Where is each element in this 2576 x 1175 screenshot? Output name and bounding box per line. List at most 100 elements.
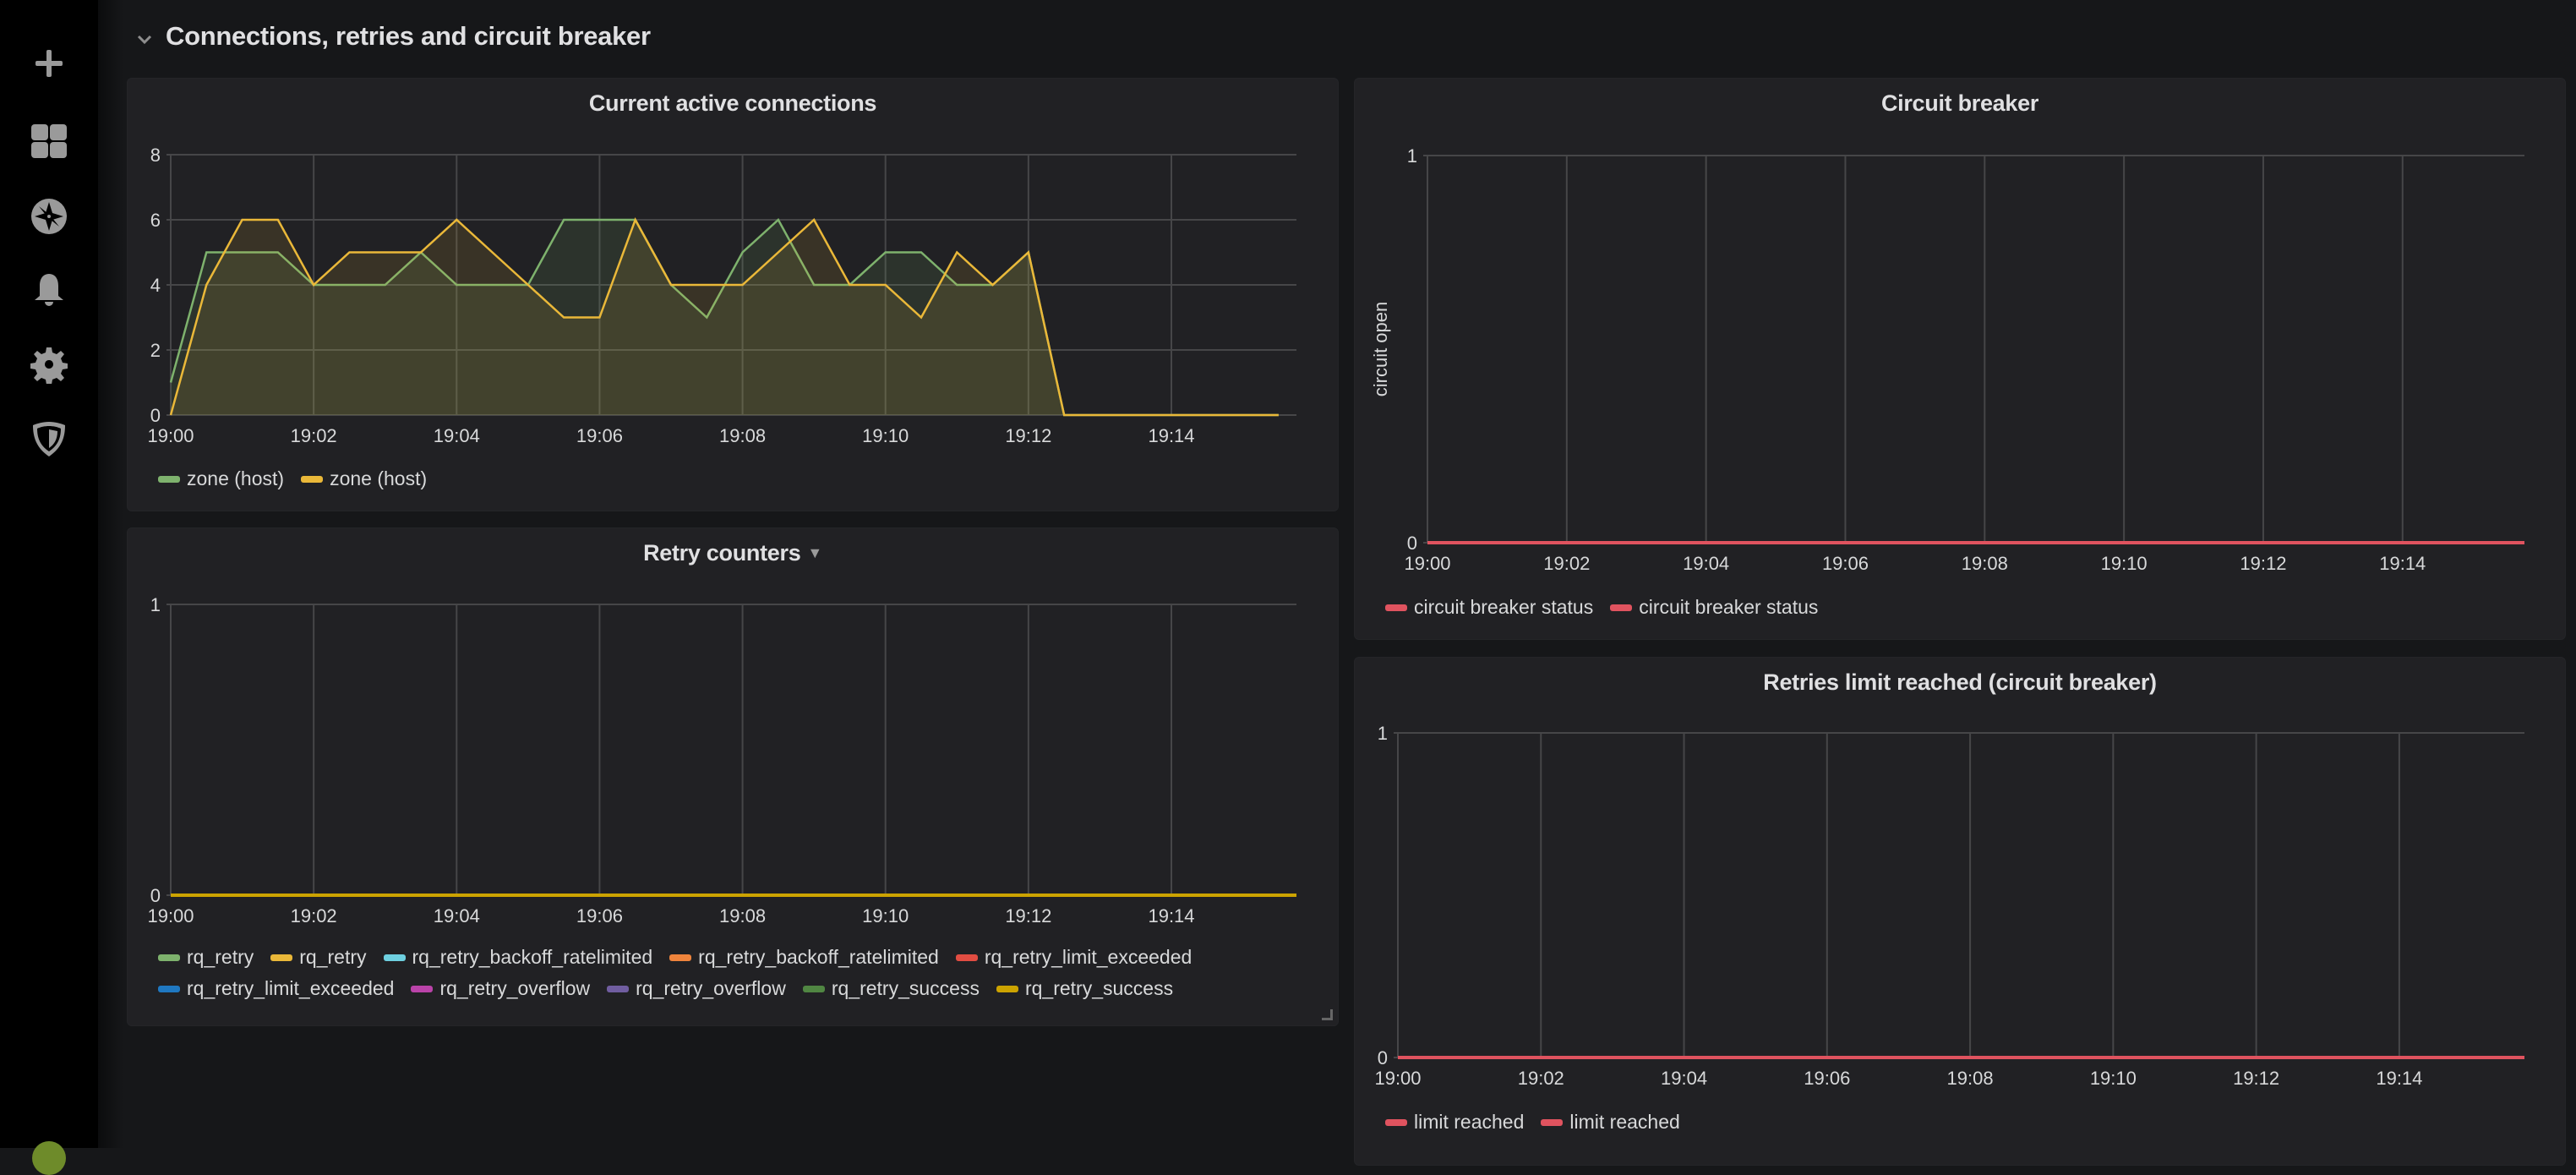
sidebar-item-configuration[interactable] bbox=[30, 345, 68, 384]
legend-label: zone (host) bbox=[187, 467, 285, 489]
chevron-down-icon bbox=[135, 30, 154, 49]
x-tick-label: 19:04 bbox=[1683, 553, 1729, 574]
chart-retries-limit-reached: 0 1 19:00 19:02 19:04 19:06 19:08 19:10 19:12 19:… bbox=[1374, 723, 2524, 1089]
chart-active-connections: 0 2 4 6 8 19:00 19:02 19:04 19:06 19:08 19:10 19:12… bbox=[147, 145, 1296, 446]
legend-label: rq_retry bbox=[299, 946, 367, 968]
legend-item[interactable]: rq_retry bbox=[158, 946, 254, 969]
legend-item[interactable]: zone (host) bbox=[158, 467, 284, 490]
dashboards-icon bbox=[31, 124, 67, 158]
legend: zone (host) zone (host) bbox=[158, 467, 427, 490]
legend-label: rq_retry_limit_exceeded bbox=[984, 946, 1192, 968]
legend-label: rq_retry_backoff_ratelimited bbox=[412, 946, 653, 968]
grid bbox=[1423, 155, 2524, 544]
grid bbox=[1394, 732, 2524, 1058]
y-tick-label: 8 bbox=[150, 145, 161, 166]
panel-circuit-breaker: Circuit breaker 0 1 19:00 19:02 19:04 19:06 19… bbox=[1354, 78, 2566, 640]
legend-swatch bbox=[802, 985, 825, 992]
x-tick-label: 19:08 bbox=[1947, 1068, 1994, 1089]
legend-label: rq_retry_overflow bbox=[636, 977, 786, 999]
sidebar bbox=[0, 0, 98, 1175]
grid bbox=[166, 604, 1296, 896]
x-tick-label: 19:02 bbox=[291, 425, 337, 446]
x-tick-label: 19:12 bbox=[1005, 425, 1051, 446]
legend-item[interactable]: zone (host) bbox=[301, 467, 427, 490]
legend-item[interactable]: limit reached bbox=[1385, 1111, 1524, 1134]
x-tick-label: 19:04 bbox=[434, 905, 480, 926]
chart-circuit-breaker: 0 1 19:00 19:02 19:04 19:06 19:08 19:10 19:12 19:… bbox=[1370, 145, 2524, 574]
y-tick-label: 2 bbox=[150, 340, 161, 361]
legend-swatch bbox=[996, 985, 1018, 992]
x-tick-label: 19:06 bbox=[1822, 553, 1869, 574]
sidebar-item-create[interactable] bbox=[30, 44, 68, 83]
legend: rq_retry rq_retry rq_retry_backoff_ratelim… bbox=[158, 946, 1307, 1000]
legend-swatch bbox=[411, 985, 434, 992]
legend-item[interactable]: rq_retry_overflow bbox=[411, 977, 590, 1000]
legend-label: rq_retry bbox=[187, 946, 254, 968]
x-tick-label: 19:04 bbox=[1661, 1068, 1707, 1089]
alerting-bell-icon bbox=[35, 274, 63, 306]
x-tick-label: 19:00 bbox=[147, 425, 194, 446]
y-tick-label: 0 bbox=[1407, 533, 1417, 554]
legend: circuit breaker status circuit breaker st… bbox=[1385, 596, 1818, 619]
y-tick-label: 6 bbox=[150, 210, 161, 231]
legend-item[interactable]: limit reached bbox=[1541, 1111, 1680, 1134]
legend-swatch bbox=[158, 475, 180, 483]
legend-label: limit reached bbox=[1569, 1111, 1680, 1133]
x-tick-label: 19:08 bbox=[1962, 553, 2008, 574]
row-header[interactable]: Connections, retries and circuit breaker bbox=[135, 15, 651, 57]
x-tick-label: 19:08 bbox=[719, 905, 766, 926]
legend-item[interactable]: rq_retry bbox=[270, 946, 367, 969]
y-tick-label: 0 bbox=[150, 405, 161, 426]
legend-swatch bbox=[270, 954, 293, 961]
legend-label: rq_retry_backoff_ratelimited bbox=[698, 946, 939, 968]
row-title: Connections, retries and circuit breaker bbox=[166, 21, 651, 51]
legend-swatch bbox=[669, 954, 692, 961]
legend-item[interactable]: rq_retry_limit_exceeded bbox=[955, 946, 1192, 969]
sidebar-item-dashboards[interactable] bbox=[30, 123, 68, 161]
x-tick-label: 19:08 bbox=[719, 425, 766, 446]
x-tick-label: 19:14 bbox=[1148, 905, 1194, 926]
series-area bbox=[171, 220, 1279, 415]
legend-item[interactable]: rq_retry_success bbox=[802, 977, 980, 1000]
legend-swatch bbox=[955, 954, 978, 961]
y-tick-label: 1 bbox=[150, 594, 161, 615]
sidebar-item-alerting[interactable] bbox=[30, 271, 68, 309]
legend-swatch bbox=[383, 954, 406, 961]
x-tick-label: 19:12 bbox=[2240, 553, 2286, 574]
x-tick-label: 19:06 bbox=[1804, 1068, 1850, 1089]
sidebar-item-server-admin[interactable] bbox=[30, 419, 68, 458]
x-tick-label: 19:14 bbox=[1148, 425, 1194, 446]
panel-retry-counters: Retry counters ▼ 0 1 19:00 19:02 19:04 19:06 19… bbox=[127, 527, 1339, 1026]
legend-label: zone (host) bbox=[330, 467, 428, 489]
legend-label: rq_retry_overflow bbox=[439, 977, 591, 999]
x-tick-label: 19:14 bbox=[2376, 1068, 2422, 1089]
y-tick-label: 4 bbox=[150, 275, 161, 296]
legend-item[interactable]: rq_retry_overflow bbox=[607, 977, 786, 1000]
user-avatar[interactable] bbox=[32, 1141, 66, 1175]
legend-item[interactable]: circuit breaker status bbox=[1610, 596, 1818, 619]
legend-label: rq_retry_success bbox=[831, 977, 980, 999]
panel-resize-handle[interactable] bbox=[1322, 1009, 1333, 1020]
legend: limit reached limit reached bbox=[1385, 1111, 1680, 1134]
legend-swatch bbox=[1610, 604, 1633, 611]
legend-item[interactable]: rq_retry_backoff_ratelimited bbox=[383, 946, 653, 969]
legend-item[interactable]: rq_retry_limit_exceeded bbox=[158, 977, 394, 1000]
y-tick-label: 1 bbox=[1407, 145, 1417, 167]
legend-label: rq_retry_success bbox=[1024, 977, 1174, 999]
legend-swatch bbox=[1385, 604, 1407, 611]
legend-swatch bbox=[158, 954, 180, 961]
legend-label: circuit breaker status bbox=[1639, 596, 1819, 618]
sidebar-item-explore[interactable] bbox=[30, 197, 68, 236]
legend-label: rq_retry_limit_exceeded bbox=[187, 977, 395, 999]
x-tick-label: 19:14 bbox=[2379, 553, 2426, 574]
x-tick-label: 19:02 bbox=[291, 905, 337, 926]
x-tick-label: 19:06 bbox=[576, 425, 623, 446]
x-tick-label: 19:04 bbox=[434, 425, 480, 446]
x-tick-label: 19:00 bbox=[1404, 553, 1450, 574]
legend-item[interactable]: circuit breaker status bbox=[1385, 596, 1593, 619]
legend-item[interactable]: rq_retry_success bbox=[996, 977, 1173, 1000]
legend-item[interactable]: rq_retry_backoff_ratelimited bbox=[669, 946, 939, 969]
legend-swatch bbox=[1541, 1118, 1564, 1126]
legend-label: limit reached bbox=[1414, 1111, 1525, 1133]
legend-swatch bbox=[607, 985, 630, 992]
